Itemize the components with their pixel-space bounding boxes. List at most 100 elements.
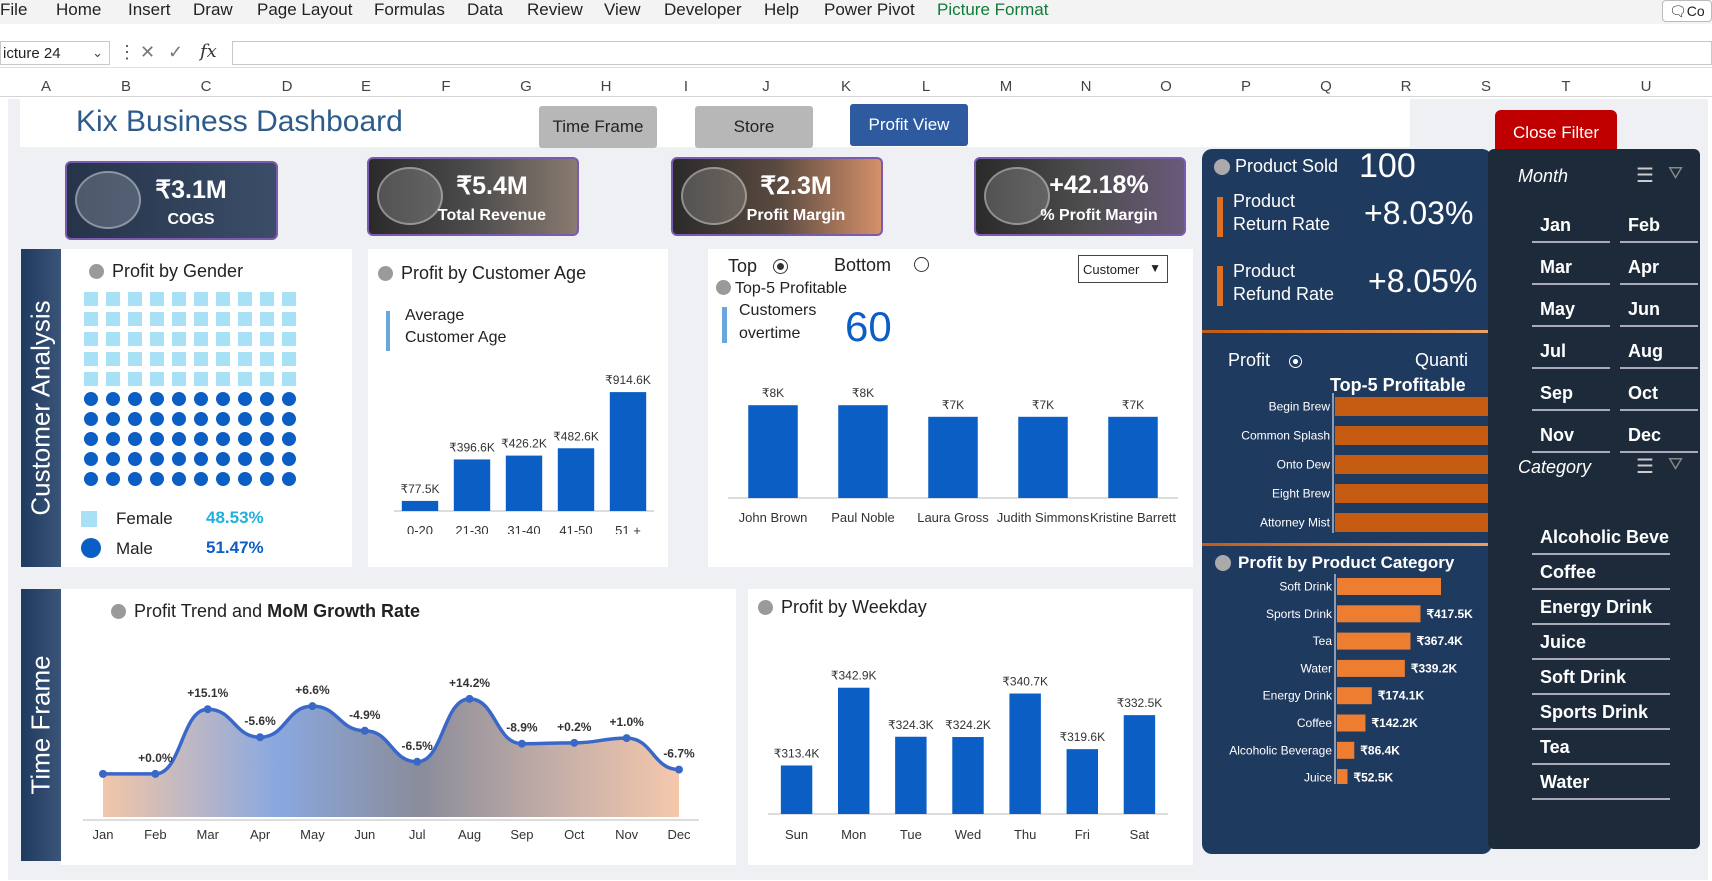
category-option[interactable]: Water <box>1532 768 1670 800</box>
tab-insert[interactable]: Insert <box>128 0 171 20</box>
column-header-d[interactable]: D <box>282 78 293 95</box>
female-cell <box>84 352 98 366</box>
column-header-c[interactable]: C <box>201 78 212 95</box>
column-header-h[interactable]: H <box>601 78 612 95</box>
month-jan[interactable]: Jan <box>1532 209 1610 243</box>
tab-data[interactable]: Data <box>467 0 503 20</box>
more-options-icon[interactable]: ⋮ <box>118 42 136 63</box>
category-option[interactable]: Alcoholic Bever... <box>1532 523 1670 555</box>
female-cell <box>84 312 98 326</box>
month-oct[interactable]: Oct <box>1620 377 1698 411</box>
month-aug[interactable]: Aug <box>1620 335 1698 369</box>
column-header-l[interactable]: L <box>922 78 930 95</box>
title-text: Profit by Customer Age <box>401 263 587 283</box>
multi-select-icon[interactable]: ☰ <box>1636 163 1654 188</box>
category-option[interactable]: Coffee <box>1532 558 1670 590</box>
weekday-bar-chart: ₹313.4K Sun ₹342.9K Mon ₹324.3K Tue ₹324.2K Wed… <box>768 669 1168 842</box>
data-label: ₹142.2K <box>1371 716 1418 730</box>
column-header-q[interactable]: Q <box>1320 78 1332 95</box>
tick-label: Fri <box>1075 827 1090 842</box>
month-jul[interactable]: Jul <box>1532 335 1610 369</box>
data-label: -6.5% <box>402 739 434 753</box>
chevron-down-icon[interactable]: ⌄ <box>92 45 103 61</box>
tick-label: Feb <box>144 827 166 842</box>
month-sep[interactable]: Sep <box>1532 377 1610 411</box>
column-header-k[interactable]: K <box>841 78 851 95</box>
column-header-b[interactable]: B <box>121 78 131 95</box>
enter-icon[interactable]: ✓ <box>168 42 183 63</box>
clear-filter-icon[interactable]: ⛛ <box>1668 163 1683 184</box>
month-nov[interactable]: Nov <box>1532 419 1610 453</box>
title-text: Profit by Weekday <box>781 597 927 617</box>
male-cell <box>238 412 252 426</box>
column-header-u[interactable]: U <box>1641 78 1652 95</box>
formula-input[interactable] <box>232 41 1712 65</box>
column-header-a[interactable]: A <box>41 78 51 95</box>
tab-page-layout[interactable]: Page Layout <box>257 0 352 20</box>
time-frame-band: Time Frame <box>21 589 61 861</box>
category-label: Onto Dew <box>1277 458 1331 472</box>
column-header-s[interactable]: S <box>1481 78 1491 95</box>
column-header-j[interactable]: J <box>762 78 770 95</box>
female-cell <box>282 292 296 306</box>
bottom-radio[interactable] <box>914 257 929 272</box>
column-header-t[interactable]: T <box>1561 78 1570 95</box>
male-cell <box>84 412 98 426</box>
time-frame-button[interactable]: Time Frame <box>539 106 657 148</box>
function-icon[interactable]: fx <box>200 41 217 62</box>
female-cell <box>282 332 296 346</box>
month-jun[interactable]: Jun <box>1620 293 1698 327</box>
tab-view[interactable]: View <box>604 0 641 20</box>
column-header-g[interactable]: G <box>520 78 532 95</box>
column-header-r[interactable]: R <box>1401 78 1412 95</box>
store-button[interactable]: Store <box>695 106 813 148</box>
comments-button[interactable]: 🗨Co <box>1662 0 1712 22</box>
column-header-m[interactable]: M <box>1000 78 1013 95</box>
female-cell <box>282 352 296 366</box>
data-point <box>570 738 579 747</box>
column-header-o[interactable]: O <box>1160 78 1172 95</box>
month-dec[interactable]: Dec <box>1620 419 1698 453</box>
data-point <box>99 769 107 778</box>
column-header-p[interactable]: P <box>1241 78 1251 95</box>
tab-home[interactable]: Home <box>56 0 101 20</box>
data-label: ₹367.4K <box>1416 634 1463 648</box>
category-option[interactable]: Soft Drink <box>1532 663 1670 695</box>
profit-radio[interactable] <box>1289 355 1302 368</box>
column-header-e[interactable]: E <box>361 78 371 95</box>
tab-review[interactable]: Review <box>527 0 583 20</box>
category-option[interactable]: Juice <box>1532 628 1670 660</box>
tab-power-pivot[interactable]: Power Pivot <box>824 0 915 20</box>
bar <box>838 405 888 498</box>
category-option[interactable]: Energy Drink <box>1532 593 1670 625</box>
dropdown-arrow-icon: ▼ <box>1149 261 1161 275</box>
customer-dropdown[interactable]: Customer ▼ <box>1078 255 1168 283</box>
month-apr[interactable]: Apr <box>1620 251 1698 285</box>
profit-view-button[interactable]: Profit View <box>850 104 968 146</box>
bullet-icon <box>716 280 731 295</box>
bar <box>1066 749 1098 814</box>
category-option[interactable]: Sports Drink <box>1532 698 1670 730</box>
tab-help[interactable]: Help <box>764 0 799 20</box>
category-option[interactable]: Tea <box>1532 733 1670 765</box>
clear-filter-icon[interactable]: ⛛ <box>1668 454 1683 475</box>
month-may[interactable]: May <box>1532 293 1610 327</box>
tab-formulas[interactable]: Formulas <box>374 0 445 20</box>
month-feb[interactable]: Feb <box>1620 209 1698 243</box>
tab-developer[interactable]: Developer <box>664 0 742 20</box>
column-header-i[interactable]: I <box>684 78 688 95</box>
name-box[interactable]: icture 24 ⌄ <box>0 41 110 65</box>
month-mar[interactable]: Mar <box>1532 251 1610 285</box>
female-cell <box>172 312 186 326</box>
column-header-f[interactable]: F <box>441 78 450 95</box>
top-radio[interactable] <box>773 259 788 274</box>
tab-file[interactable]: File <box>0 0 27 20</box>
bar <box>1335 397 1492 416</box>
female-percent: 48.53% <box>206 508 264 527</box>
multi-select-icon[interactable]: ☰ <box>1636 454 1654 479</box>
tab-draw[interactable]: Draw <box>193 0 233 20</box>
cancel-icon[interactable]: ✕ <box>140 42 155 63</box>
tab-picture-format[interactable]: Picture Format <box>937 0 1048 20</box>
column-header-n[interactable]: N <box>1081 78 1092 95</box>
data-label: ₹324.2K <box>945 718 991 732</box>
